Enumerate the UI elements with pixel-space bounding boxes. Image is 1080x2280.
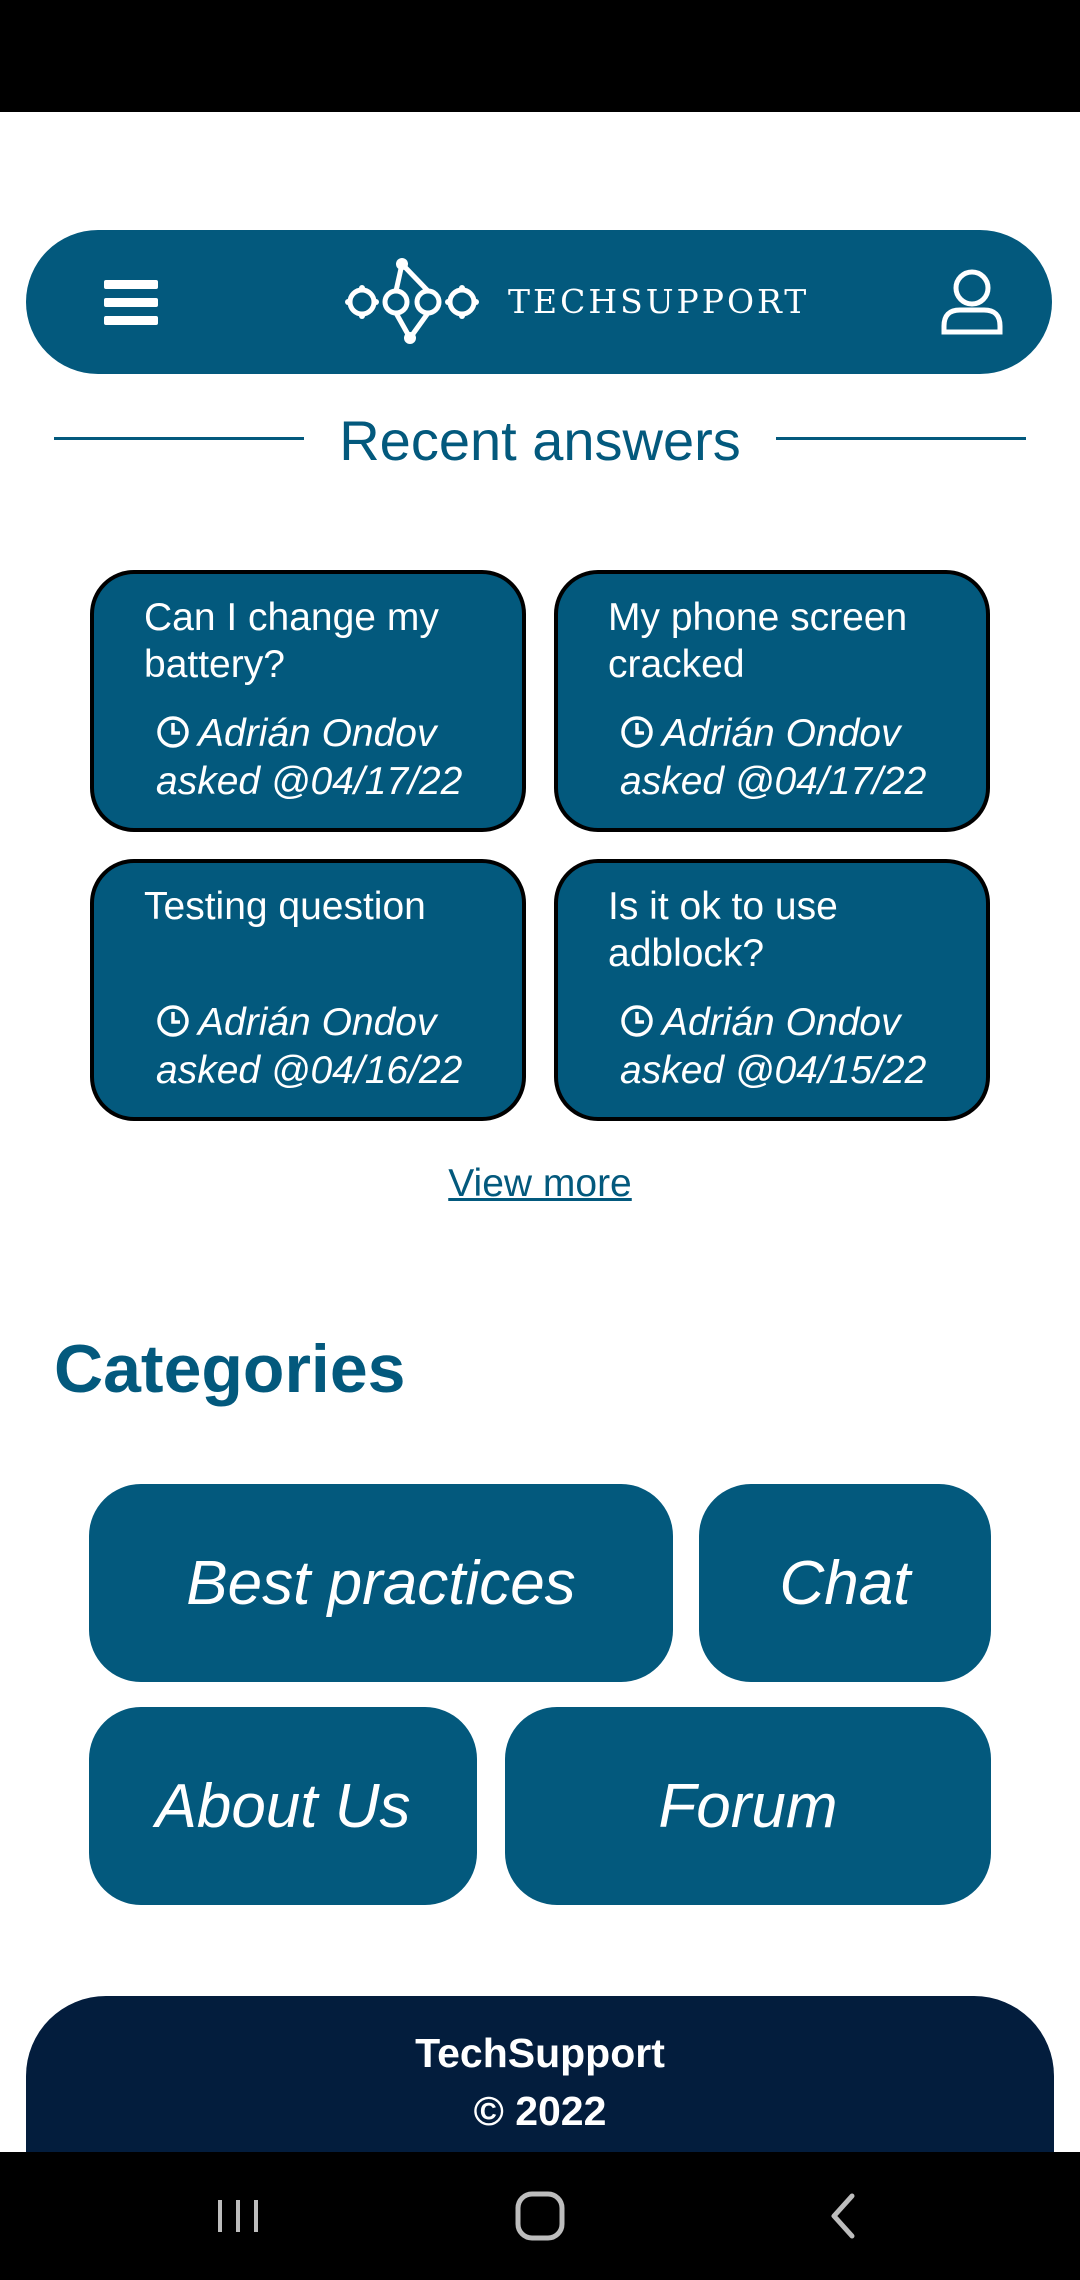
hamburger-menu-icon-bar: [104, 316, 158, 325]
question-date: asked @04/17/22: [620, 760, 927, 803]
question-title: Testing question: [144, 885, 426, 928]
clock-icon: [621, 716, 653, 748]
question-author: Adrián Ondov: [662, 1001, 901, 1044]
footer-copyright: © 2022: [473, 2088, 607, 2134]
question-date: asked @04/16/22: [156, 1049, 463, 1092]
user-profile-icon: [941, 269, 1003, 335]
question-card[interactable]: Can I change my battery? Adrián Ondov ask…: [90, 570, 526, 832]
question-author: Adrián Ondov: [662, 712, 901, 755]
back-arrow-icon: [831, 2193, 855, 2239]
category-about-us-button[interactable]: About Us: [89, 1707, 477, 1905]
category-chat-button[interactable]: Chat: [699, 1484, 991, 1682]
question-title: My phone screen cracked: [608, 596, 908, 686]
question-card[interactable]: Testing question Adrián Ondov asked @04/1…: [90, 859, 526, 1121]
category-forum-button[interactable]: Forum: [505, 1707, 991, 1905]
recent-answers-title: Recent answers: [309, 409, 771, 472]
view-more-link[interactable]: View more: [0, 1162, 1080, 1206]
category-best-practices-button[interactable]: Best practices: [89, 1484, 673, 1682]
hamburger-menu-icon: [104, 280, 158, 289]
question-title: Can I change my battery?: [144, 596, 439, 686]
system-navigation-bar: [0, 2152, 1080, 2280]
question-card[interactable]: My phone screen cracked Adrián Ondov aske…: [554, 570, 990, 832]
back-button[interactable]: [820, 2186, 868, 2250]
recent-answers-title-wrap: Recent answers: [54, 408, 1026, 473]
recent-apps-icon: [218, 2200, 258, 2232]
menu-button[interactable]: [78, 274, 184, 330]
question-meta: Adrián Ondov asked @04/15/22: [620, 999, 980, 1095]
home-icon: [515, 2191, 565, 2241]
clock-icon: [621, 1005, 653, 1037]
question-author: Adrián Ondov: [198, 712, 437, 755]
techsupport-logo[interactable]: TECHSUPPORT: [318, 254, 806, 350]
categories-heading: Categories: [54, 1331, 406, 1407]
question-meta: Adrián Ondov asked @04/17/22: [156, 710, 516, 806]
recent-answers-heading: Recent answers: [54, 402, 1026, 478]
user-profile-button[interactable]: [936, 266, 1008, 338]
question-meta: Adrián Ondov asked @04/17/22: [620, 710, 980, 806]
question-meta: Adrián Ondov asked @04/16/22: [156, 999, 516, 1095]
hamburger-menu-icon-bar: [104, 298, 158, 307]
brand-name: TECHSUPPORT: [508, 282, 810, 321]
clock-icon: [157, 1005, 189, 1037]
question-date: asked @04/15/22: [620, 1049, 927, 1092]
footer-brand: TechSupport: [415, 2030, 665, 2076]
question-author: Adrián Ondov: [198, 1001, 437, 1044]
gears-logo-icon: [345, 258, 479, 344]
question-date: asked @04/17/22: [156, 760, 463, 803]
question-card[interactable]: Is it ok to use adblock? Adrián Ondov ask…: [554, 859, 990, 1121]
recent-apps-button[interactable]: [214, 2186, 262, 2250]
clock-icon: [157, 716, 189, 748]
top-header: TECHSUPPORT: [26, 230, 1052, 374]
status-bar: [0, 0, 1080, 112]
question-title: Is it ok to use adblock?: [608, 885, 838, 975]
home-button[interactable]: [512, 2186, 568, 2250]
